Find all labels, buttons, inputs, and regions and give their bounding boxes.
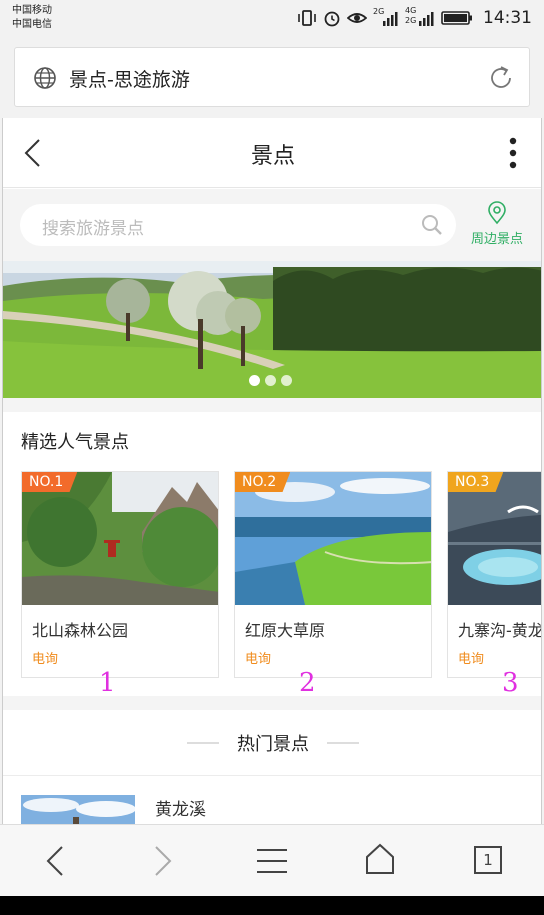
annotation-number: 1 [99,668,116,698]
status-icons: 2G 4G 2G 14:31 [297,6,532,30]
search-row: 搜索旅游景点 周边景点 [3,189,541,261]
rank-badge: NO.1 [22,472,78,492]
eye-icon [347,13,367,23]
carrier-1: 中国移动 [12,5,52,16]
search-input[interactable]: 搜索旅游景点 [20,204,456,246]
spot-phone-label: 电询 [32,652,59,667]
popular-section: 精选人气景点 NO.1 北山森林公园 电询 NO.2 红原大草原 电询 NO.3… [3,412,542,698]
tabs-button[interactable]: 1 [474,846,502,874]
hot-item-name: 黄龙溪 [155,800,206,820]
carousel-dot[interactable] [249,375,260,386]
web-page: 景点 搜索旅游景点 周边景点 精选人气景点 NO.1 北山森林公园 电询 NO.… [2,118,542,824]
spot-phone-label: 电询 [245,652,272,667]
spot-name: 红原大草原 [245,621,326,640]
signal-icon-2: 4G 2G [405,6,435,28]
globe-icon [34,67,56,89]
alarm-icon [324,11,340,27]
annotation-number: 3 [502,668,519,698]
system-nav-bar [0,896,544,915]
popular-section-title: 精选人气景点 [21,432,129,453]
rank-badge: NO.2 [235,472,291,492]
clock: 14:31 [483,8,532,28]
title-rule-right [327,742,359,744]
section-divider [3,398,541,412]
page-header: 景点 [3,118,541,188]
browser-toolbar: 1 [0,824,544,896]
tab-count: 1 [483,851,493,869]
hot-section-header: 热门景点 [3,710,541,776]
hot-list-item[interactable]: 黄龙溪 [3,777,541,824]
carrier-info: 中国移动 中国电信 [12,4,52,32]
browser-forward-icon[interactable] [152,845,174,877]
spot-name: 北山森林公园 [32,621,129,640]
carousel-dot[interactable] [265,375,276,386]
address-bar[interactable]: 景点-思途旅游 [14,47,530,107]
spot-phone-label: 电询 [458,652,485,667]
section-divider [3,696,541,710]
more-vertical-icon[interactable] [509,137,517,169]
status-bar: 中国移动 中国电信 2G 4G 2G 14:31 [0,0,544,38]
hot-section-title: 热门景点 [237,734,309,755]
address-text: 景点-思途旅游 [69,69,190,91]
menu-icon[interactable] [256,847,288,875]
search-placeholder: 搜索旅游景点 [42,219,144,239]
vibrate-icon [298,10,316,26]
spot-card[interactable]: NO.3 九寨沟-黄龙 电询 [447,471,542,678]
carousel-dots [249,375,292,386]
location-pin-icon [488,201,506,225]
spot-card[interactable]: NO.2 红原大草原 电询 [234,471,432,678]
reload-icon[interactable] [487,64,515,92]
hot-item-thumbnail [21,795,135,824]
page-title: 景点 [250,144,295,169]
home-icon[interactable] [364,843,396,875]
carrier-2: 中国电信 [12,19,52,30]
nearby-spots-button[interactable]: 周边景点 [461,201,533,247]
carousel-dot[interactable] [281,375,292,386]
browser-back-icon[interactable] [44,845,66,877]
banner-carousel[interactable] [3,261,541,398]
annotation-number: 2 [299,668,316,698]
search-icon[interactable] [420,213,444,237]
battery-icon [441,11,472,25]
rank-badge: NO.3 [448,472,504,492]
spot-card[interactable]: NO.1 北山森林公园 电询 [21,471,219,678]
spot-name: 九寨沟-黄龙 [458,621,542,640]
nearby-label: 周边景点 [470,232,523,247]
browser-address-area: 景点-思途旅游 [0,38,544,118]
signal-icon-1: 2G [373,7,399,27]
